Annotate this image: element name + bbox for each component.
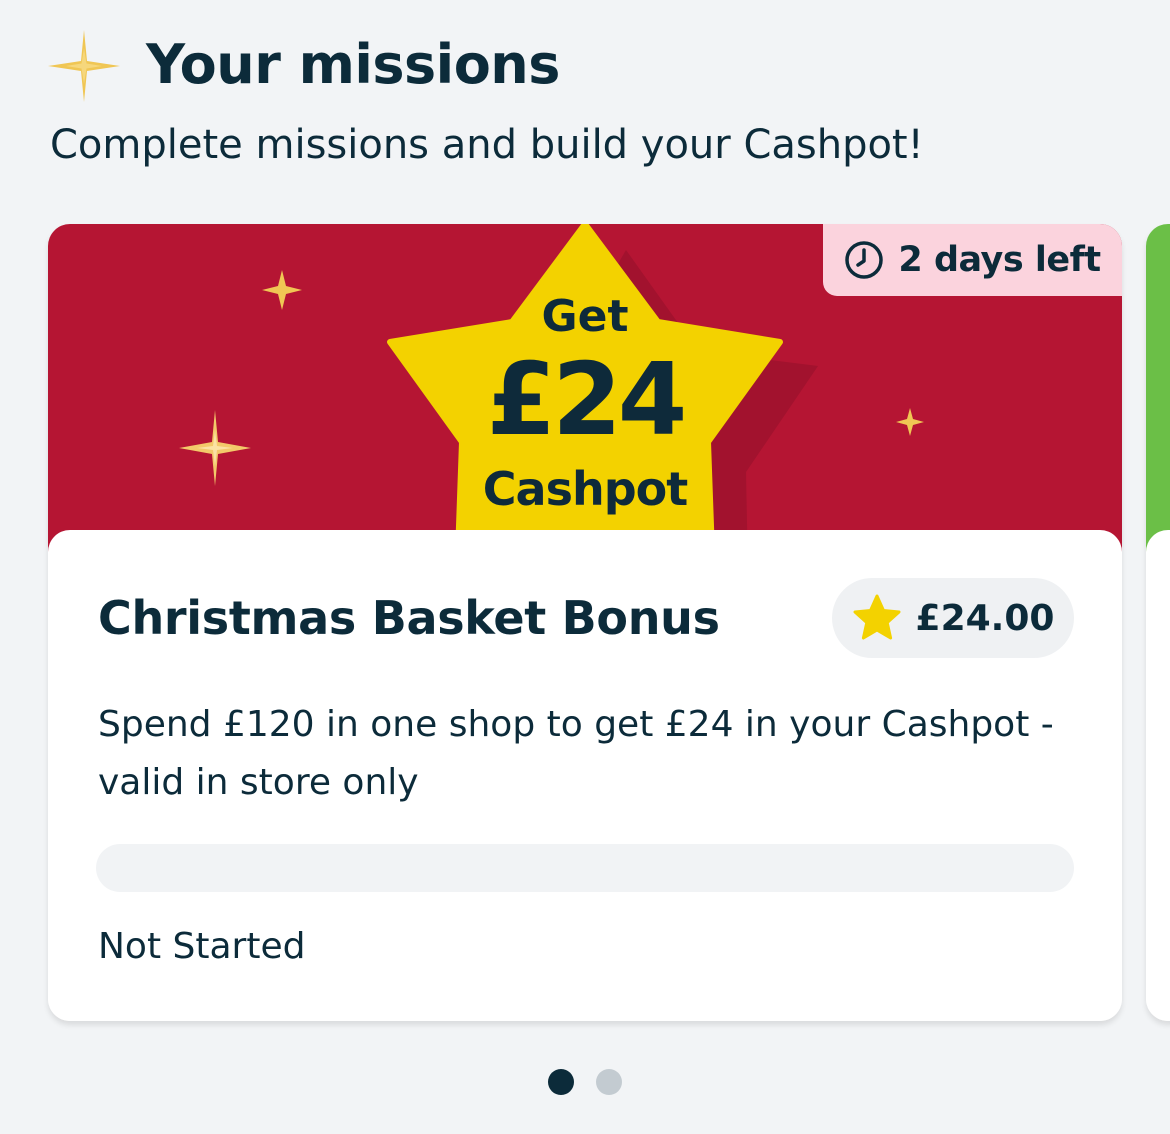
next-mission-card[interactable] — [1146, 224, 1170, 1021]
reward-badge: £24.00 — [832, 578, 1074, 658]
star-amount-label: £24 — [486, 341, 688, 458]
next-card-banner — [1146, 224, 1170, 554]
reward-amount: £24.00 — [915, 597, 1055, 639]
mission-progress-bar — [96, 844, 1074, 892]
mission-status: Not Started — [98, 926, 306, 967]
mission-description: Spend £120 in one shop to get £24 in you… — [98, 704, 1054, 803]
time-left-label: 2 days left — [898, 240, 1101, 280]
sparkle-icon — [48, 30, 120, 102]
carousel-pagination — [548, 1069, 622, 1095]
page-subtitle: Complete missions and build your Cashpot… — [50, 122, 924, 168]
sparkle-decoration — [262, 270, 302, 310]
mission-details: Christmas Basket Bonus £24.00 Spend £120… — [48, 530, 1122, 1021]
pagination-dot[interactable] — [596, 1069, 622, 1095]
mission-card[interactable]: Get £24 Cashpot 2 days left Christmas Ba… — [48, 224, 1122, 1021]
sparkle-decoration — [896, 408, 924, 436]
next-card-body — [1146, 530, 1170, 1021]
star-cashpot-label: Cashpot — [482, 462, 688, 516]
star-get-label: Get — [541, 291, 629, 342]
pagination-dot-active[interactable] — [548, 1069, 574, 1095]
page-title: Your missions — [146, 33, 560, 96]
star-icon — [853, 594, 901, 640]
time-left-badge: 2 days left — [823, 224, 1122, 296]
mission-title: Christmas Basket Bonus — [98, 591, 720, 645]
clock-icon — [845, 241, 884, 279]
